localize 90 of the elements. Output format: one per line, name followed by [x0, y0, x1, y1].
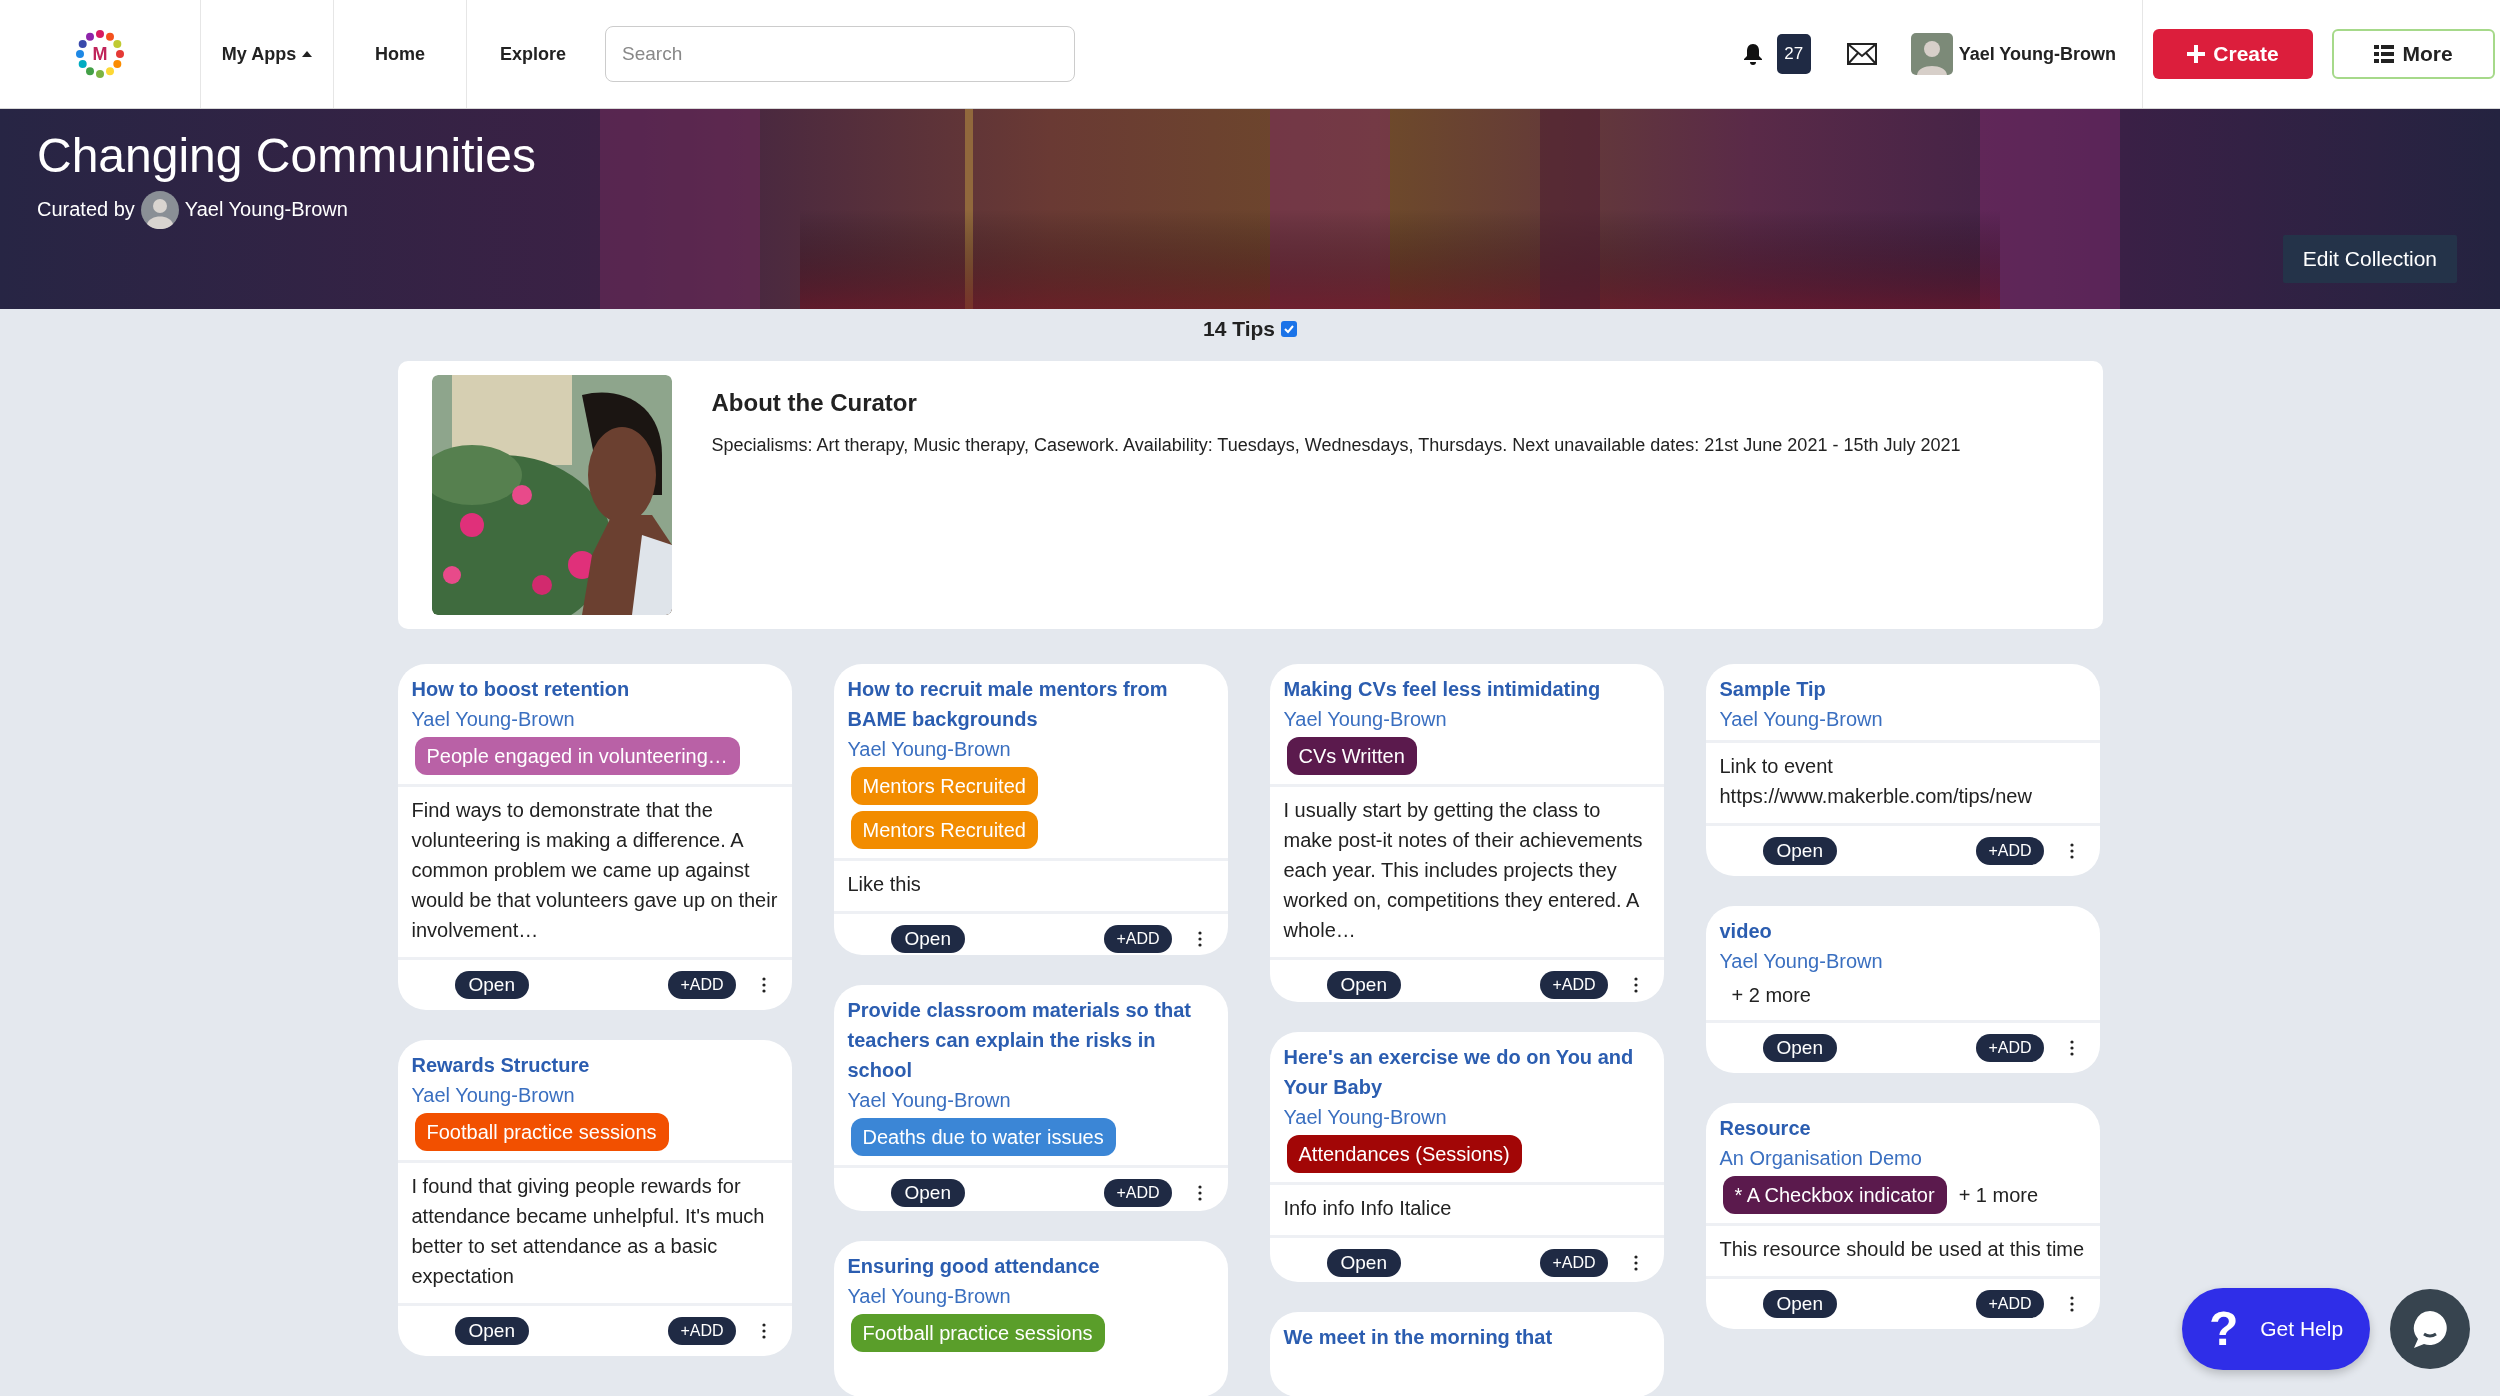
search-field[interactable]: Search	[605, 26, 1075, 82]
caret-icon	[302, 51, 313, 57]
open-button[interactable]: Open	[1762, 837, 1837, 865]
nav-link[interactable]: Explore	[466, 0, 599, 108]
author-link[interactable]: Yael Young-Brown	[1283, 704, 1650, 734]
edit-collection-button[interactable]: Edit Collection	[2282, 235, 2457, 283]
kebab-menu-icon[interactable]	[2069, 843, 2074, 859]
tip-title[interactable]: video	[1719, 916, 2086, 946]
plus-icon	[2187, 45, 2206, 63]
indicator-tag: Deaths due to water issues	[850, 1117, 1116, 1156]
indicator-tag: Football practice sessions	[850, 1313, 1105, 1352]
open-button[interactable]: Open	[1326, 1249, 1401, 1277]
tip-title[interactable]: Sample Tip	[1719, 674, 2086, 704]
open-button[interactable]: Open	[454, 971, 529, 999]
kebab-menu-icon[interactable]	[2069, 1040, 2074, 1056]
kebab-menu-icon[interactable]	[761, 1323, 766, 1339]
notification-badge: 27	[1776, 34, 1811, 74]
kebab-menu-icon[interactable]	[1633, 1255, 1638, 1271]
author-link[interactable]: Yael Young-Brown	[1283, 1102, 1650, 1132]
open-button[interactable]: Open	[890, 1178, 965, 1207]
tip-title[interactable]: Ensuring good attendance	[847, 1250, 1214, 1281]
open-button[interactable]: Open	[1762, 1034, 1837, 1062]
indicator-tag: Attendances (Sessions)	[1286, 1135, 1522, 1173]
kebab-menu-icon[interactable]	[1633, 977, 1638, 993]
avatar[interactable]	[140, 190, 179, 229]
author-link[interactable]: Yael Young-Brown	[847, 1280, 1214, 1311]
kebab-menu-icon[interactable]	[2069, 1296, 2074, 1312]
open-button[interactable]: Open	[1762, 1290, 1837, 1318]
add-button[interactable]: +ADD	[1104, 925, 1172, 953]
tip-title[interactable]: How to recruit male mentors from BAME backgrounds	[847, 674, 1214, 734]
add-button[interactable]: +ADD	[668, 1317, 736, 1345]
tip-title[interactable]: Here's an exercise we do on You and Your Baby	[1283, 1042, 1650, 1102]
curated-by-label: Curated by	[37, 198, 135, 222]
create-button[interactable]: Create	[2153, 29, 2313, 79]
indicator-tag: CVs Written	[1286, 737, 1417, 775]
add-button[interactable]: +ADD	[1976, 1034, 2044, 1062]
tip-description: This resource should be used at this time	[1705, 1223, 2100, 1276]
author-link[interactable]: Yael Young-Brown	[847, 1084, 1214, 1115]
kebab-menu-icon[interactable]	[761, 977, 766, 993]
add-button[interactable]: +ADD	[1976, 1290, 2044, 1318]
curator-name[interactable]: Yael Young-Brown	[184, 198, 348, 222]
open-button[interactable]: Open	[890, 925, 965, 953]
tip-description: Info info Info Italice	[1269, 1182, 1664, 1235]
add-button[interactable]: +ADD	[668, 971, 736, 999]
tip-description: Find ways to demonstrate that the volunteering is making a difference. A common problem we came up against would be that volunteers gave up on their involvement…	[397, 784, 792, 957]
tip-description: I found that giving people rewards for attendance became unhelpful. It's much better to set attendance as a basic expectation	[397, 1160, 792, 1303]
more-button[interactable]: More	[2332, 29, 2495, 79]
indicator-tag: Football practice sessions	[414, 1113, 669, 1151]
tip-title[interactable]: Provide classroom materials so that teachers can explain the risks in school	[847, 994, 1214, 1085]
author-link[interactable]: An Organisation Demo	[1719, 1143, 2086, 1173]
tip-description: Link to event https://www.makerble.com/tips/new	[1705, 740, 2100, 823]
indicator-tag: * A Checkbox indicator	[1722, 1176, 1947, 1214]
tip-description: I usually start by getting the class to make post-it notes of their achievements each year. This includes projects they worked on, competitions they entered. A whole…	[1269, 784, 1664, 957]
author-link[interactable]: Yael Young-Brown	[411, 704, 778, 734]
author-link[interactable]: Yael Young-Brown	[847, 734, 1214, 764]
nav-link[interactable]: Home	[333, 0, 466, 108]
curator-description: Specialisms: Art therapy, Music therapy, Casework. Availability: Tuesdays, Wednesdays, Thursdays. Next unavailable dates: 21st June 2021 - 15th July 2021	[711, 434, 1961, 457]
nav-menu[interactable]: My Apps	[200, 0, 333, 108]
add-button[interactable]: +ADD	[1104, 1178, 1172, 1207]
kebab-menu-icon[interactable]	[1197, 1184, 1202, 1201]
indicator-tag: Mentors Recruited	[850, 811, 1038, 849]
tip-title[interactable]: How to boost retention	[411, 674, 778, 704]
tip-title[interactable]: Making CVs feel less intimidating	[1283, 674, 1650, 704]
author-link[interactable]: Yael Young-Brown	[1719, 704, 2086, 734]
collection-title: Changing Communities	[37, 128, 536, 184]
more-tags-count[interactable]: + 2 more	[1731, 976, 1811, 1014]
logo[interactable]: M	[75, 29, 125, 79]
open-button[interactable]: Open	[1326, 971, 1401, 999]
tip-title[interactable]: Resource	[1719, 1113, 2086, 1143]
indicator-tag: People engaged in volunteering…	[414, 737, 740, 775]
section-title: About the Curator	[711, 389, 918, 417]
help-icon: ?	[2208, 1305, 2239, 1353]
author-link[interactable]: Yael Young-Brown	[411, 1080, 778, 1110]
indicator-tag: Mentors Recruited	[850, 767, 1038, 805]
more-tags-count[interactable]: + 1 more	[1958, 1176, 2039, 1214]
bell-icon[interactable]	[1742, 43, 1763, 65]
add-button[interactable]: +ADD	[1540, 1249, 1608, 1277]
tip-description: Like this	[833, 858, 1228, 911]
author-link[interactable]: Yael Young-Brown	[1719, 946, 2086, 976]
mail-icon[interactable]	[1846, 43, 1877, 65]
add-button[interactable]: +ADD	[1976, 837, 2044, 865]
checkbox[interactable]	[1281, 321, 1297, 337]
kebab-menu-icon[interactable]	[1197, 931, 1202, 947]
open-button[interactable]: Open	[454, 1317, 529, 1345]
get-help-button[interactable]: ? Get Help	[2182, 1288, 2370, 1370]
add-button[interactable]: +ADD	[1540, 971, 1608, 999]
list-icon	[2374, 45, 2395, 63]
tips-count: 14 Tips	[1203, 317, 1275, 341]
user-name[interactable]: Yael Young-Brown	[1958, 43, 2116, 65]
tip-title[interactable]: Rewards Structure	[411, 1050, 778, 1080]
